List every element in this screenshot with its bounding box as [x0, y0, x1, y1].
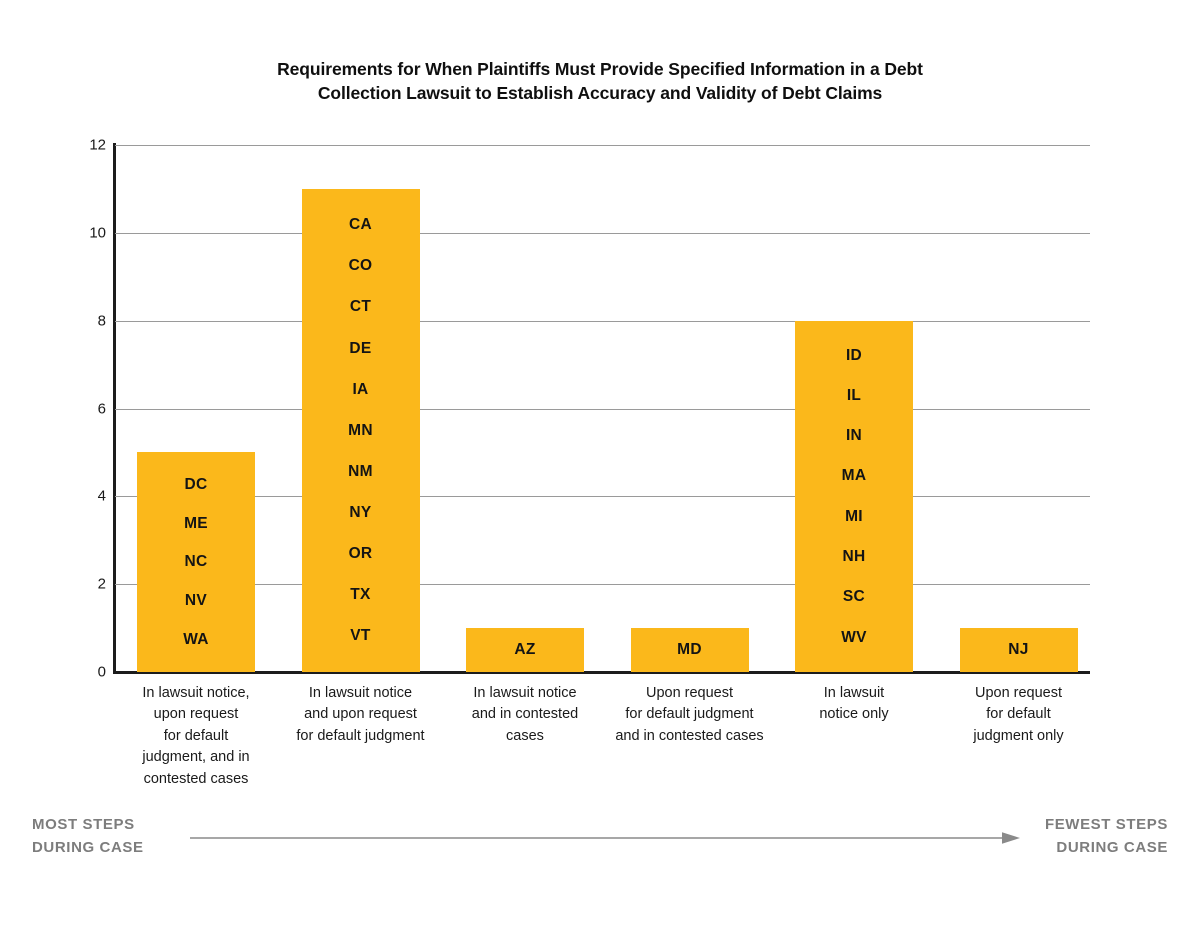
- category-label-line: Upon request: [645, 685, 734, 701]
- bar-state-labels: ID IL IN MA MI NH SC WV: [795, 321, 913, 672]
- category-label-line: In lawsuit notice,: [142, 685, 250, 701]
- state-abbreviation-label: NH: [842, 548, 866, 566]
- state-abbreviation-label: TX: [350, 586, 371, 603]
- category-label-line: judgment, and in: [142, 749, 250, 766]
- state-abbreviation-label: VT: [350, 627, 371, 645]
- category-label-line: Upon request: [974, 685, 1063, 701]
- state-abbreviation-label: NC: [184, 553, 208, 571]
- annotation-line: DURING CASE: [32, 839, 144, 857]
- annotation-line: MOST STEPS: [32, 816, 135, 833]
- annotation-line: FEWEST STEPS: [1044, 816, 1168, 833]
- gridline: [115, 496, 1090, 498]
- category-label-line: contested cases: [143, 770, 249, 787]
- state-abbreviation-label: DE: [349, 339, 372, 357]
- bar[interactable]: MD: [630, 628, 749, 672]
- plot-area: DC ME NC NV WA CA CO CT DE IA MN NM NY OR TX VT AZ MD ID IL…: [115, 145, 1090, 672]
- gridline: [115, 320, 1090, 322]
- chart-title-line-2: Collection Lawsuit to Establish Accuracy…: [317, 82, 883, 103]
- state-abbreviation-label: MN: [348, 421, 373, 439]
- gridline: [115, 145, 1090, 146]
- x-axis-category-label: In lawsuit notice and upon request for def…: [271, 683, 451, 747]
- state-abbreviation-label: WV: [841, 628, 867, 646]
- state-abbreviation-label: NJ: [1008, 641, 1029, 659]
- y-axis-tick-label: 8: [97, 312, 106, 330]
- category-label-line: judgment only: [973, 727, 1064, 744]
- y-axis-tick-label: 2: [97, 575, 106, 593]
- state-abbreviation-label: CA: [349, 216, 372, 234]
- state-abbreviation-label: SC: [842, 588, 866, 606]
- x-axis-category-label: In lawsuit notice and in contested cases: [435, 683, 615, 747]
- bar-state-labels: DC ME NC NV WA: [137, 452, 255, 672]
- category-label-line: and upon request: [304, 706, 417, 723]
- category-label-line: for default judgment: [296, 727, 425, 744]
- state-abbreviation-label: CT: [349, 298, 372, 316]
- category-label-line: for default: [986, 706, 1051, 723]
- y-axis-tick-label: 0: [97, 663, 106, 681]
- bar[interactable]: CA CO CT DE IA MN NM NY OR TX VT: [301, 188, 420, 672]
- category-label-line: and in contested cases: [615, 727, 764, 744]
- state-abbreviation-label: IN: [845, 427, 863, 445]
- category-label-line: notice only: [819, 706, 889, 723]
- state-abbreviation-label: IA: [352, 380, 369, 398]
- x-axis-category-label: In lawsuit notice only: [764, 683, 944, 726]
- bar-state-labels: AZ: [466, 628, 584, 672]
- state-abbreviation-label: ME: [184, 514, 208, 532]
- annotation-line: DURING CASE: [1056, 839, 1168, 857]
- state-abbreviation-label: MA: [841, 467, 867, 485]
- category-label-line: cases: [506, 727, 544, 744]
- category-label-line: upon request: [153, 706, 239, 723]
- chart-title: Requirements for When Plaintiffs Must Pr…: [170, 58, 1030, 105]
- x-axis-category-label: Upon request for default judgment and in c…: [600, 683, 780, 747]
- state-abbreviation-label: WA: [183, 630, 209, 648]
- axis-direction-annotation: MOST STEPS DURING CASE FEWEST STEPS DURING…: [0, 805, 1200, 875]
- state-abbreviation-label: MD: [677, 641, 702, 659]
- bar-state-labels: NJ: [960, 628, 1078, 672]
- state-abbreviation-label: NV: [184, 592, 208, 610]
- bar[interactable]: DC ME NC NV WA: [137, 452, 255, 672]
- category-label-line: for default judgment: [625, 706, 754, 723]
- state-abbreviation-label: AZ: [514, 641, 536, 659]
- y-axis-tick-label: 4: [97, 487, 106, 505]
- state-abbreviation-label: DC: [184, 475, 208, 493]
- y-axis-tick-label: 10: [89, 224, 106, 242]
- x-axis-category-label: In lawsuit notice, upon request for defaul…: [106, 683, 286, 790]
- y-axis-tick-label: 12: [89, 136, 106, 154]
- category-label-line: for default: [163, 727, 229, 744]
- state-abbreviation-label: ID: [845, 346, 863, 364]
- state-abbreviation-label: OR: [348, 544, 373, 562]
- state-abbreviation-label: CO: [348, 257, 373, 275]
- arrow-right-icon: [190, 832, 1020, 844]
- category-label-line: In lawsuit notice: [473, 685, 577, 701]
- category-label-line: In lawsuit: [823, 685, 885, 701]
- bar[interactable]: NJ: [959, 628, 1078, 672]
- state-abbreviation-label: IL: [846, 386, 862, 404]
- annotation-fewest-steps: FEWEST STEPS DURING CASE: [1045, 813, 1168, 860]
- gridline: [115, 584, 1090, 586]
- state-abbreviation-label: MI: [845, 507, 863, 525]
- bar-state-labels: MD: [631, 628, 749, 672]
- annotation-most-steps: MOST STEPS DURING CASE: [32, 813, 144, 860]
- state-abbreviation-label: NM: [348, 462, 373, 480]
- y-axis-tick-label: 6: [97, 400, 106, 417]
- gridline: [115, 232, 1090, 234]
- gridline: [115, 408, 1090, 410]
- state-abbreviation-label: NY: [349, 503, 372, 521]
- bar[interactable]: ID IL IN MA MI NH SC WV: [795, 320, 913, 672]
- category-label-line: In lawsuit notice: [308, 685, 413, 701]
- bar[interactable]: AZ: [466, 628, 584, 672]
- x-axis-category-label: Upon request for default judgment only: [929, 683, 1109, 747]
- bar-state-labels: CA CO CT DE IA MN NM NY OR TX VT: [302, 189, 420, 672]
- category-label-line: and in contested: [471, 706, 579, 723]
- chart-title-line-1: Requirements for When Plaintiffs Must Pr…: [277, 59, 923, 79]
